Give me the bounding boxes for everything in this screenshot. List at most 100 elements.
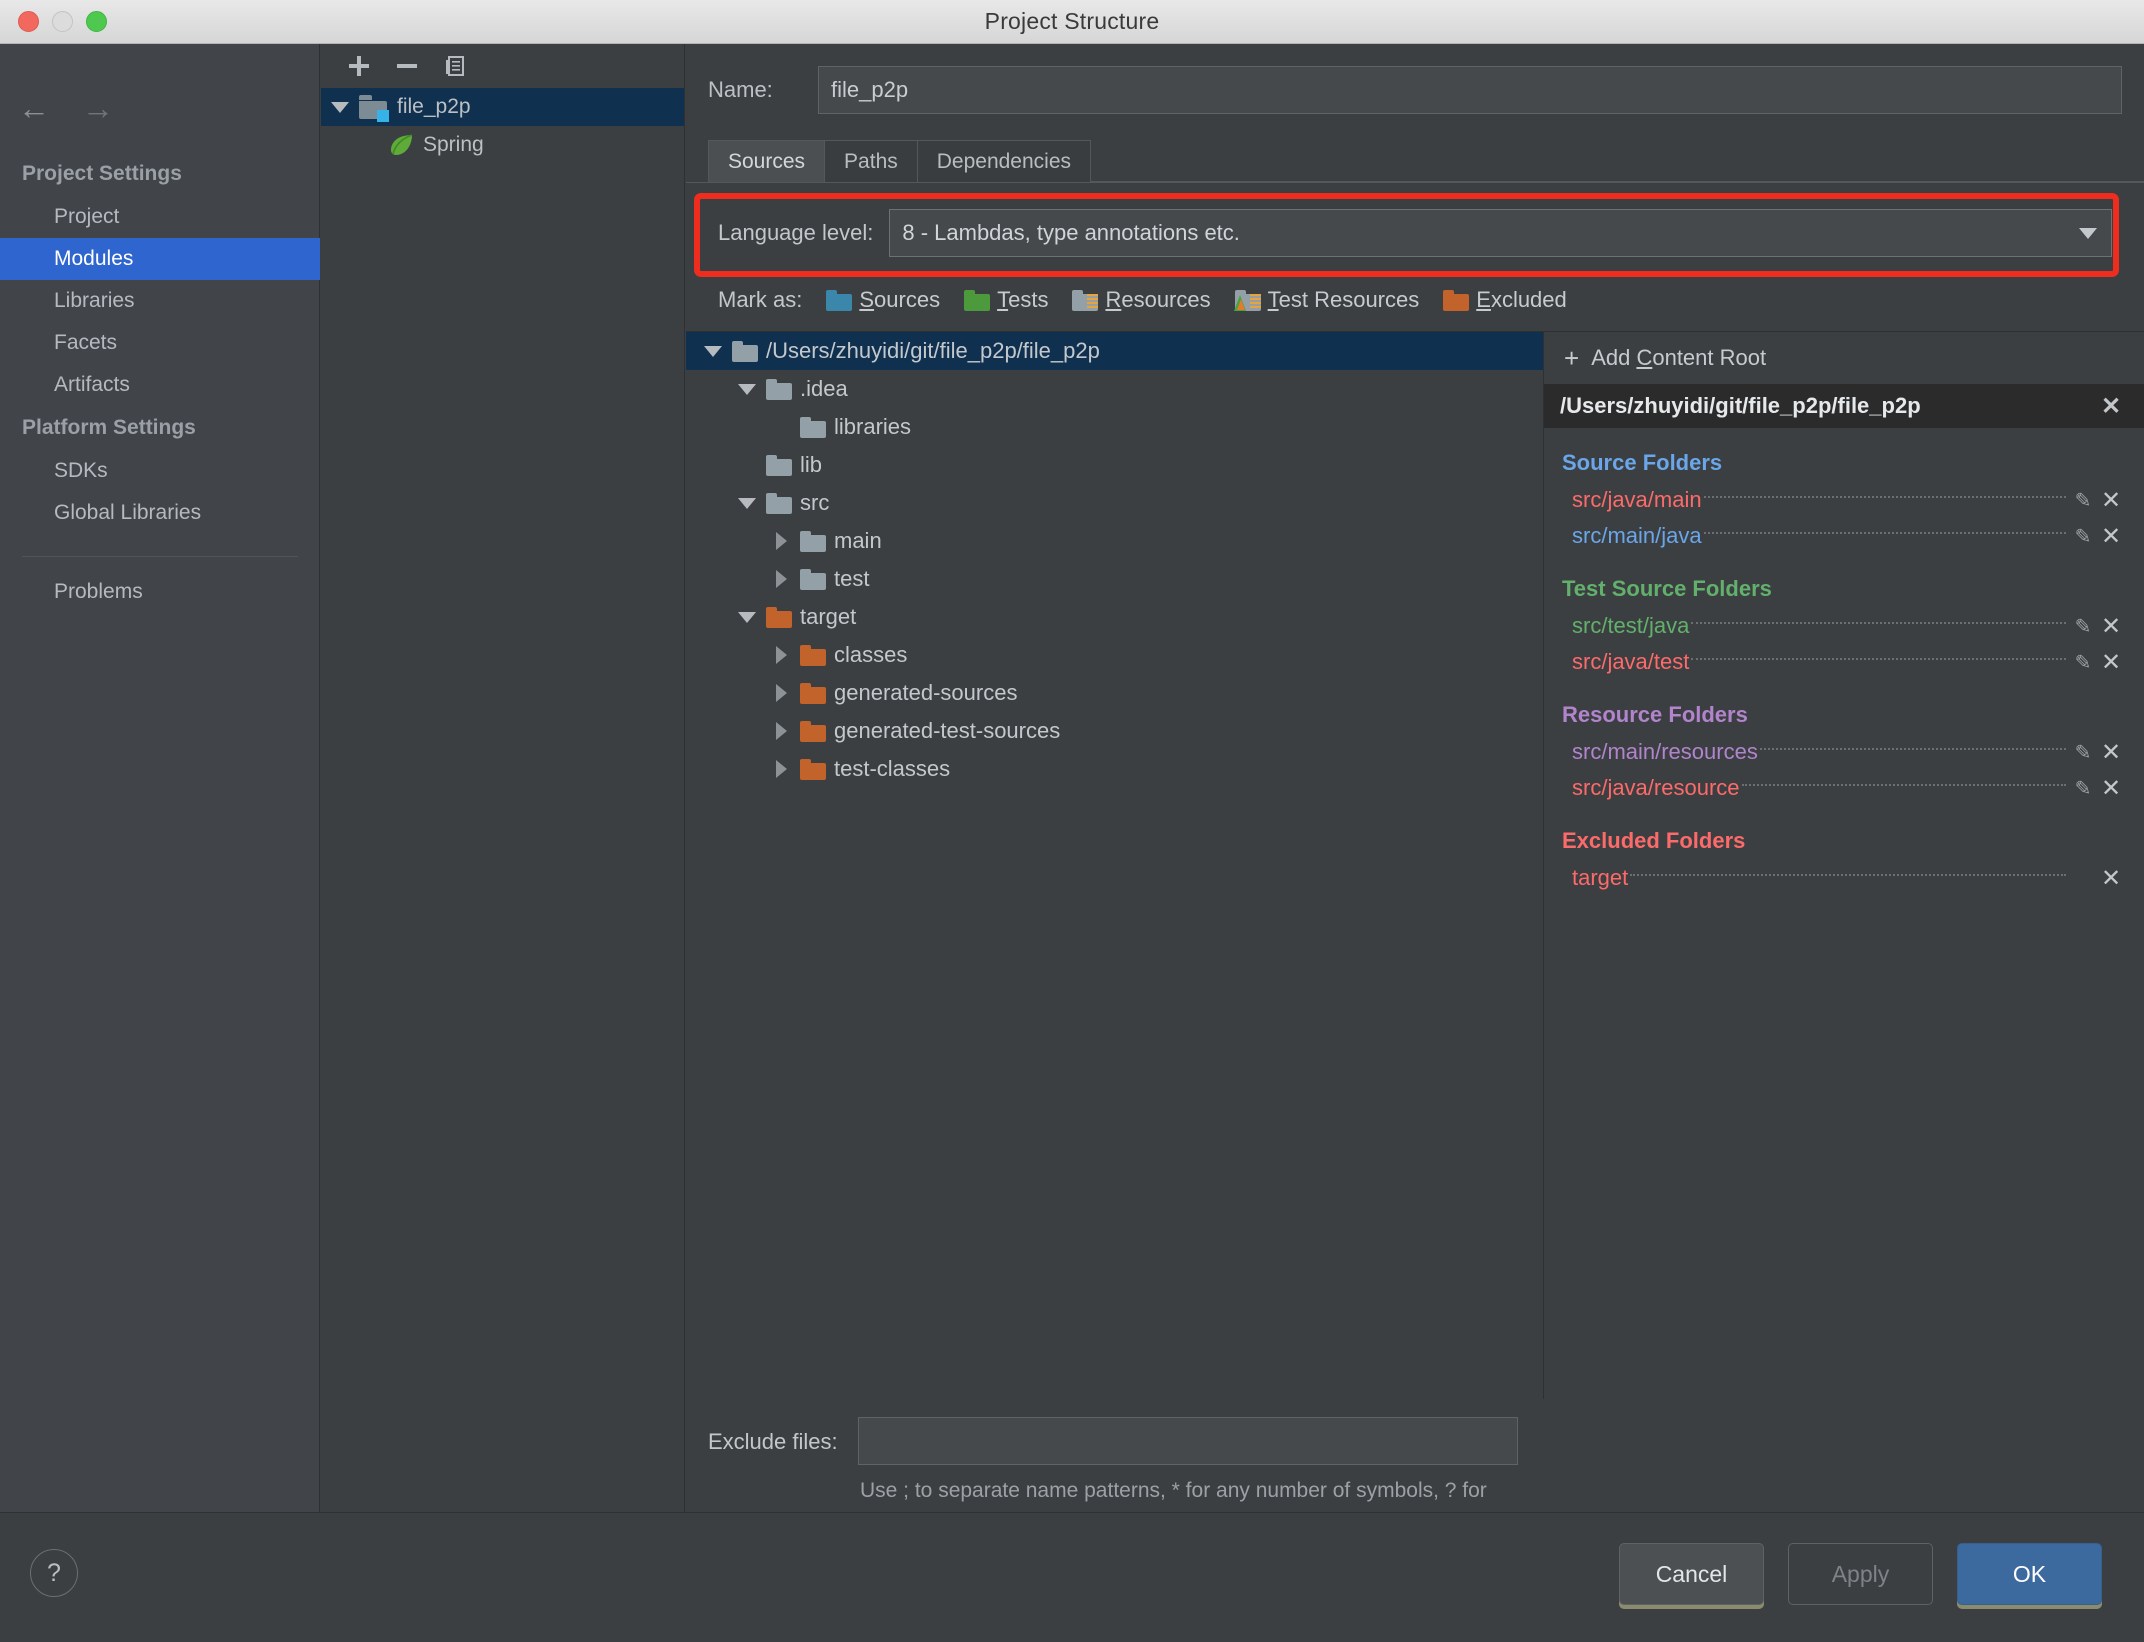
tree-row-label: libraries <box>834 414 912 439</box>
question-mark-icon[interactable]: ? <box>30 1549 78 1597</box>
chevron-down-icon[interactable] <box>728 497 766 509</box>
edit-icon[interactable]: ✎ <box>2070 524 2096 549</box>
content-file-tree[interactable]: /Users/zhuyidi/git/file_p2p/file_p2p .id… <box>686 332 1544 1399</box>
remove-icon[interactable]: ✕ <box>2096 522 2126 551</box>
mark-as-tests-label-rest: ests <box>1008 287 1049 312</box>
tree-row-idea[interactable]: .idea <box>686 370 1543 408</box>
green-folder-icon <box>964 289 991 311</box>
sidebar-item-project[interactable]: Project <box>0 196 320 238</box>
chevron-right-icon[interactable] <box>762 760 800 778</box>
module-name-input[interactable]: file_p2p <box>818 66 2122 114</box>
chevron-right-icon[interactable] <box>762 532 800 550</box>
tree-row-classes[interactable]: classes <box>686 636 1543 674</box>
sidebar-item-sdks[interactable]: SDKs <box>0 450 320 492</box>
zoom-window-button[interactable] <box>86 11 107 32</box>
copy-module-button[interactable] <box>431 46 479 86</box>
folder-path: src/main/java <box>1572 523 1702 548</box>
resource-folder-row[interactable]: src/main/resources ✎ ✕ <box>1544 734 2144 770</box>
test-resource-folder-icon <box>1233 289 1261 311</box>
sidebar-item-libraries[interactable]: Libraries <box>0 280 320 322</box>
apply-button[interactable]: Apply <box>1788 1543 1933 1605</box>
dotted-leader <box>1741 783 2066 786</box>
remove-content-root-icon[interactable]: ✕ <box>2096 392 2126 421</box>
remove-icon[interactable]: ✕ <box>2096 738 2126 767</box>
chevron-down-icon[interactable] <box>728 383 766 395</box>
chevron-right-icon[interactable] <box>762 570 800 588</box>
mark-as-tests-button[interactable]: Tests <box>964 287 1048 313</box>
edit-icon[interactable]: ✎ <box>2070 614 2096 639</box>
mark-as-test-resources-button[interactable]: Test Resources <box>1233 287 1420 313</box>
sources-tab-panel: Language level: 8 - Lambdas, type annota… <box>686 182 2144 1534</box>
mark-as-sources-button[interactable]: Sources <box>826 287 940 313</box>
ok-button[interactable]: OK <box>1957 1543 2102 1605</box>
test-source-folder-row[interactable]: src/test/java ✎ ✕ <box>1544 608 2144 644</box>
remove-icon[interactable]: ✕ <box>2096 774 2126 803</box>
edit-icon[interactable]: ✎ <box>2070 776 2096 801</box>
tree-row-test[interactable]: test <box>686 560 1543 598</box>
remove-icon[interactable]: ✕ <box>2096 864 2126 893</box>
tree-row-generated-test-sources[interactable]: generated-test-sources <box>686 712 1543 750</box>
orange-folder-icon <box>800 758 826 780</box>
sidebar-divider <box>22 556 298 557</box>
remove-module-button[interactable] <box>383 46 431 86</box>
tree-row-lib[interactable]: lib <box>686 446 1543 484</box>
sidebar-item-global-libraries[interactable]: Global Libraries <box>0 492 320 534</box>
tab-dependencies[interactable]: Dependencies <box>916 140 1092 182</box>
chevron-right-icon[interactable] <box>762 722 800 740</box>
chevron-down-icon[interactable] <box>694 345 732 357</box>
cancel-button[interactable]: Cancel <box>1619 1543 1764 1605</box>
language-level-dropdown[interactable]: 8 - Lambdas, type annotations etc. <box>889 209 2112 257</box>
tree-row-main[interactable]: main <box>686 522 1543 560</box>
sidebar-item-modules[interactable]: Modules <box>0 238 320 280</box>
mark-as-test-resources-label-rest: est Resources <box>1278 287 1420 312</box>
excluded-folder-row[interactable]: target ✕ <box>1544 860 2144 896</box>
source-folder-row[interactable]: src/main/java ✎ ✕ <box>1544 518 2144 554</box>
remove-icon[interactable]: ✕ <box>2096 612 2126 641</box>
chevron-right-icon[interactable] <box>762 646 800 664</box>
tree-row-content-root[interactable]: /Users/zhuyidi/git/file_p2p/file_p2p <box>686 332 1543 370</box>
close-window-button[interactable] <box>18 11 39 32</box>
test-source-folders-title: Test Source Folders <box>1562 576 1772 601</box>
edit-icon[interactable]: ✎ <box>2070 650 2096 675</box>
tab-paths[interactable]: Paths <box>824 140 918 182</box>
resource-folder-row[interactable]: src/java/resource ✎ ✕ <box>1544 770 2144 806</box>
exclude-files-input[interactable] <box>858 1417 1518 1465</box>
edit-icon[interactable]: ✎ <box>2070 488 2096 513</box>
tree-row-generated-sources[interactable]: generated-sources <box>686 674 1543 712</box>
chevron-right-icon[interactable] <box>762 684 800 702</box>
sidebar-item-facets[interactable]: Facets <box>0 322 320 364</box>
folder-icon <box>800 568 826 590</box>
module-tree-item-file-p2p[interactable]: file_p2p <box>321 88 684 126</box>
language-level-section: Language level: 8 - Lambdas, type annota… <box>686 183 2144 277</box>
excluded-folders-title: Excluded Folders <box>1562 828 1746 853</box>
tab-sources[interactable]: Sources <box>708 140 826 182</box>
dotted-leader <box>1703 531 2066 534</box>
mark-as-sources-label-rest: ources <box>874 287 941 312</box>
mark-as-resources-button[interactable]: Resources <box>1072 287 1211 313</box>
remove-icon[interactable]: ✕ <box>2096 648 2126 677</box>
chevron-down-icon[interactable] <box>728 611 766 623</box>
arrow-right-icon[interactable]: → <box>82 92 114 124</box>
remove-icon[interactable]: ✕ <box>2096 486 2126 515</box>
language-level-row: Language level: 8 - Lambdas, type annota… <box>708 209 2122 257</box>
chevron-down-icon[interactable] <box>2079 227 2097 239</box>
add-content-root-button[interactable]: + Add Content Root <box>1544 332 2144 384</box>
sidebar-item-problems[interactable]: Problems <box>0 571 320 613</box>
source-folder-row[interactable]: src/java/main ✎ ✕ <box>1544 482 2144 518</box>
tree-row-target[interactable]: target <box>686 598 1543 636</box>
chevron-down-icon[interactable] <box>331 101 349 113</box>
sidebar-item-artifacts[interactable]: Artifacts <box>0 364 320 406</box>
arrow-left-icon[interactable]: ← <box>18 92 50 124</box>
tree-row-src[interactable]: src <box>686 484 1543 522</box>
module-tree-item-spring[interactable]: Spring <box>321 126 684 164</box>
minimize-window-button[interactable] <box>52 11 73 32</box>
folder-path: src/java/main <box>1572 487 1702 512</box>
add-module-button[interactable] <box>335 46 383 86</box>
test-source-folder-row[interactable]: src/java/test ✎ ✕ <box>1544 644 2144 680</box>
tree-row-test-classes[interactable]: test-classes <box>686 750 1543 788</box>
content-roots-panel: + Add Content Root /Users/zhuyidi/git/fi… <box>1544 332 2144 1399</box>
mark-as-excluded-button[interactable]: Excluded <box>1443 287 1567 313</box>
tree-row-label: test-classes <box>834 756 951 781</box>
edit-icon[interactable]: ✎ <box>2070 740 2096 765</box>
tree-row-libraries[interactable]: libraries <box>686 408 1543 446</box>
